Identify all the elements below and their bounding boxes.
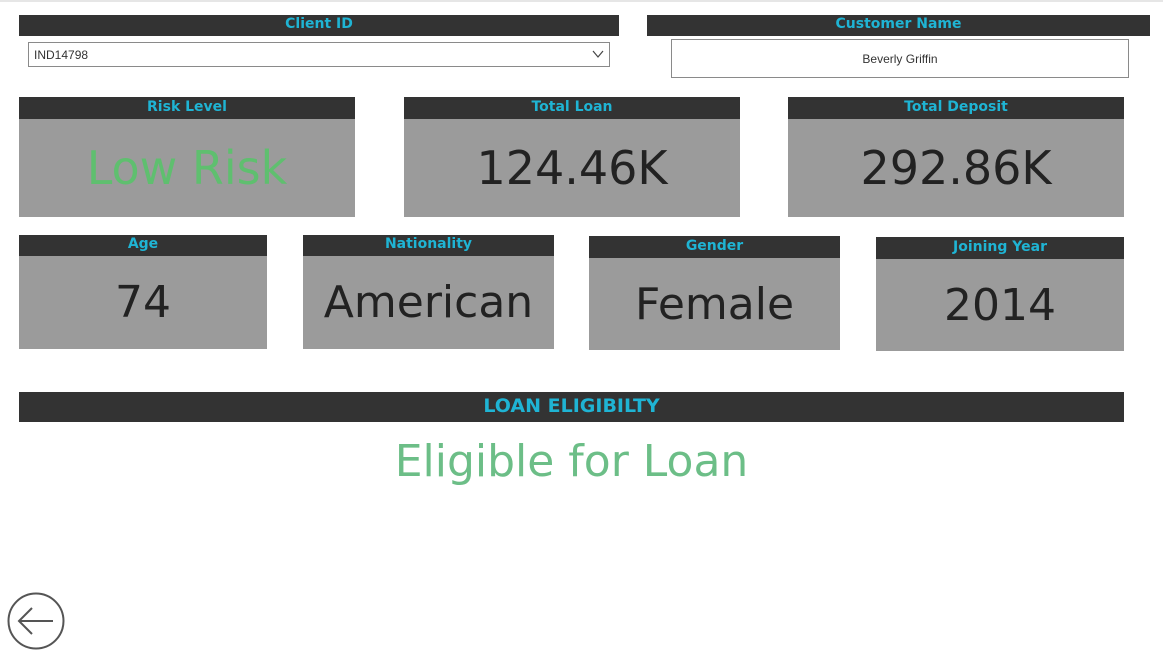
gender-header: Gender: [589, 236, 840, 258]
nationality-header: Nationality: [303, 235, 554, 256]
total-loan-value: 124.46K: [476, 141, 668, 195]
client-id-value: IND14798: [34, 48, 89, 62]
risk-level-value: Low Risk: [86, 141, 288, 195]
joining-year-value: 2014: [944, 279, 1056, 331]
age-card: 74: [19, 256, 267, 349]
risk-level-header: Risk Level: [19, 97, 355, 119]
total-deposit-card: 292.86K: [788, 119, 1124, 217]
customer-name-header: Customer Name: [647, 15, 1150, 36]
total-loan-header: Total Loan: [404, 97, 740, 119]
gender-card: Female: [589, 258, 840, 350]
client-id-dropdown[interactable]: IND14798: [28, 42, 610, 67]
risk-level-card: Low Risk: [19, 119, 355, 217]
joining-year-card: 2014: [876, 259, 1124, 351]
nationality-value: American: [323, 277, 534, 328]
total-loan-card: 124.46K: [404, 119, 740, 217]
joining-year-header: Joining Year: [876, 237, 1124, 259]
top-divider: [0, 0, 1163, 2]
loan-eligibility-value: Eligible for Loan: [394, 436, 749, 487]
total-deposit-value: 292.86K: [860, 141, 1052, 195]
total-deposit-header: Total Deposit: [788, 97, 1124, 119]
gender-value: Female: [634, 278, 795, 330]
customer-name-value: Beverly Griffin: [862, 51, 938, 66]
chevron-down-icon: [592, 50, 604, 58]
customer-name-field: Beverly Griffin: [671, 39, 1129, 78]
age-header: Age: [19, 235, 267, 256]
back-arrow-icon[interactable]: [7, 592, 65, 650]
loan-eligibility-header: LOAN ELIGIBILTY: [19, 392, 1124, 422]
client-id-header: Client ID: [19, 15, 619, 36]
age-value: 74: [115, 277, 171, 328]
nationality-card: American: [303, 256, 554, 349]
